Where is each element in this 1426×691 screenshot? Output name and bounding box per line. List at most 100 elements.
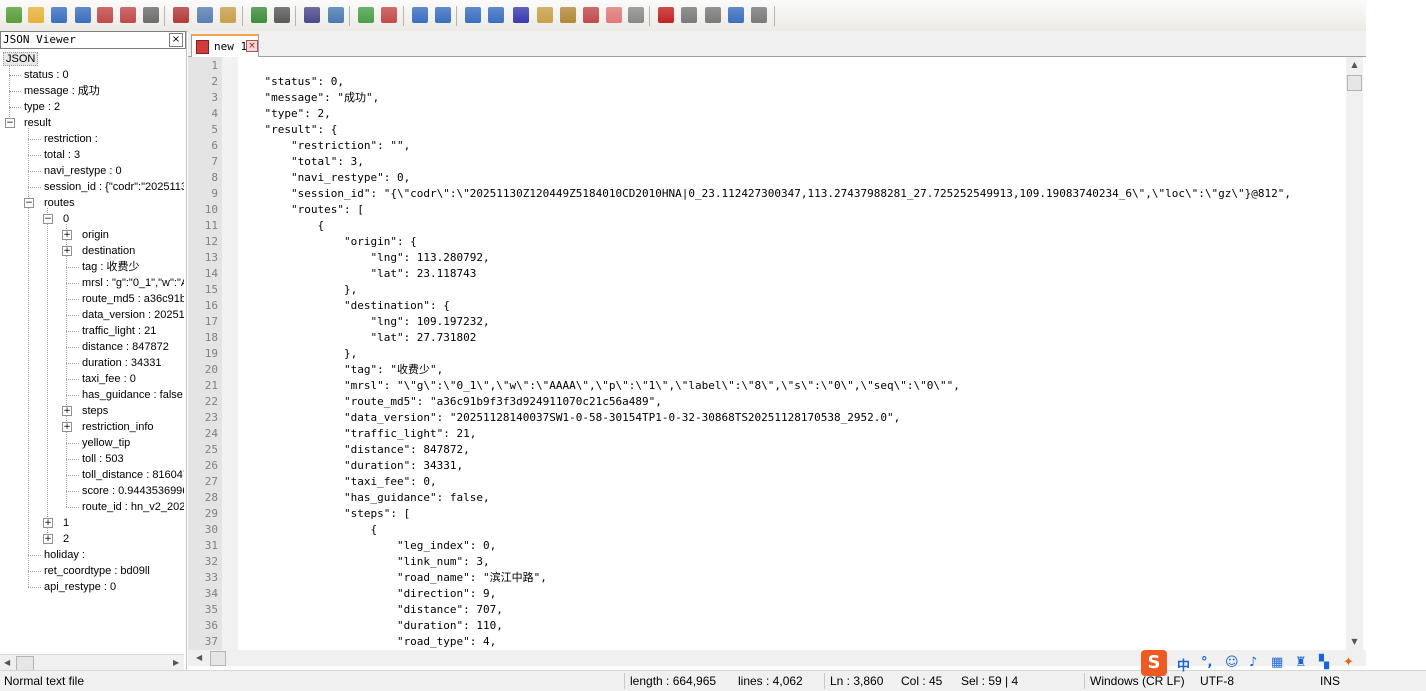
mascot-icon[interactable]: ✦ [1343,655,1354,670]
undo-icon[interactable] [251,7,267,23]
code-line[interactable]: }, [238,282,357,298]
code-line[interactable]: "direction": 9, [238,586,496,602]
tree-node[interactable]: distance : 847872 [80,339,171,355]
scroll-left-icon[interactable]: ◀ [4,658,10,667]
expand-icon[interactable]: + [43,534,53,544]
paste-icon[interactable] [220,7,236,23]
tree-node[interactable]: origin [80,227,111,243]
tree-node[interactable]: type : 2 [22,99,62,115]
tree-node[interactable]: taxi_fee : 0 [80,371,138,387]
code-line[interactable]: "leg_index": 0, [238,538,496,554]
code-line[interactable]: "lng": 113.280792, [238,250,489,266]
tree-node[interactable]: JSON [3,51,39,67]
code-line[interactable]: "road_name": "滨江中路", [238,570,547,586]
code-line[interactable]: "tag": "收费少", [238,362,443,378]
tree-node[interactable]: toll_distance : 816047 [80,467,184,483]
code-line[interactable]: "lat": 27.731802 [238,330,476,346]
tree-node[interactable]: tag : 收费少 [80,259,141,275]
indent-guide-icon[interactable] [513,7,529,23]
stop-macro-icon[interactable] [681,7,697,23]
tree-node[interactable]: ret_coordtype : bd09ll [42,563,152,579]
tree-node[interactable]: yellow_tip [80,435,132,451]
code-line[interactable]: "status": 0, [238,74,343,90]
code-line[interactable]: "link_num": 3, [238,554,490,570]
save-all-icon[interactable] [75,7,91,23]
code-line[interactable]: "steps": [ [238,506,410,522]
code-line[interactable]: "navi_restype": 0, [238,170,410,186]
doc-map-icon[interactable] [560,7,576,23]
editor-vertical-scrollbar[interactable]: ▲ ▼ [1346,57,1363,650]
sync-vertical-icon[interactable] [412,7,428,23]
tree-node[interactable]: status : 0 [22,67,71,83]
expand-icon[interactable]: + [62,246,72,256]
expand-icon[interactable]: + [43,518,53,528]
copy-icon[interactable] [197,7,213,23]
tree-node[interactable]: navi_restype : 0 [42,163,124,179]
tree-node[interactable]: session_id : {"codr":"20251130Z120449 [42,179,184,195]
code-line[interactable]: "traffic_light": 21, [238,426,476,442]
play-macro-icon[interactable] [705,7,721,23]
word-wrap-icon[interactable] [465,7,481,23]
code-line[interactable]: "road_type": 4, [238,634,496,650]
emoji-icon[interactable]: ☺ [1225,655,1239,670]
scroll-left-icon[interactable]: ◀ [196,653,202,662]
tree-node[interactable]: api_restype : 0 [42,579,118,595]
folder-workspace-icon[interactable] [606,7,622,23]
code-line[interactable]: "duration": 110, [238,618,503,634]
code-line[interactable]: "distance": 707, [238,602,503,618]
new-file-icon[interactable] [6,7,22,23]
code-line[interactable]: "taxi_fee": 0, [238,474,437,490]
keyboard-icon[interactable]: ▦ [1271,655,1283,670]
tree-node[interactable]: result [22,115,53,131]
code-line[interactable]: "duration": 34331, [238,458,463,474]
tree-node[interactable]: 2 [61,531,71,547]
tree-node[interactable]: 1 [61,515,71,531]
tree-node[interactable]: route_md5 : a36c91b9f3f3d9 [80,291,184,307]
code-line[interactable]: "total": 3, [238,154,364,170]
save-macro-icon[interactable] [751,7,767,23]
tree-node[interactable]: total : 3 [42,147,82,163]
code-line[interactable]: "result": { [238,122,337,138]
tab-new-1[interactable]: new 1 × [191,34,259,58]
punctuation-icon[interactable]: °, [1201,655,1212,670]
skin-icon[interactable]: ♜ [1295,655,1307,670]
sync-horizontal-icon[interactable] [435,7,451,23]
code-line[interactable]: "has_guidance": false, [238,490,490,506]
code-line[interactable]: "type": 2, [238,106,330,122]
tree-node[interactable]: has_guidance : false [80,387,184,403]
print-icon[interactable] [143,7,159,23]
code-line[interactable]: "lng": 109.197232, [238,314,489,330]
close-icon[interactable] [97,7,113,23]
code-line[interactable]: "origin": { [238,234,417,250]
collapse-icon[interactable]: − [24,198,34,208]
json-viewer-horizontal-scrollbar[interactable]: ◀ ▶ [0,654,184,671]
close-all-icon[interactable] [120,7,136,23]
code-line[interactable]: "data_version": "20251128140037SW1-0-58-… [238,410,900,426]
sogou-ime-logo[interactable]: S [1141,650,1167,676]
monitor-icon[interactable] [628,7,644,23]
code-line[interactable]: "restriction": "", [238,138,410,154]
scroll-up-icon[interactable]: ▲ [1346,57,1363,73]
run-macro-multiple-icon[interactable] [728,7,744,23]
tree-node[interactable]: restriction : [42,131,100,147]
code-line[interactable]: { [238,218,324,234]
replace-icon[interactable] [328,7,344,23]
text-editor[interactable]: 1 2 3 4 5 6 7 8 9 10 11 12 13 14 15 16 17 18 19 20 21 22 23 24 2… [188,57,1346,650]
tree-node[interactable]: restriction_info [80,419,156,435]
tree-node[interactable]: routes [42,195,77,211]
fold-margin[interactable] [222,57,238,650]
find-icon[interactable] [304,7,320,23]
scrollbar-thumb[interactable] [210,651,226,666]
scrollbar-thumb[interactable] [1347,75,1362,91]
code-line[interactable]: "destination": { [238,298,450,314]
show-all-chars-icon[interactable] [488,7,504,23]
code-line[interactable]: "session_id": "{\"codr\":\"20251130Z1204… [238,186,1291,202]
cut-icon[interactable] [173,7,189,23]
tree-node[interactable]: traffic_light : 21 [80,323,158,339]
scrollbar-thumb[interactable] [16,656,34,671]
toolbox-icon[interactable]: ▚ [1319,655,1329,670]
tree-node[interactable]: destination [80,243,137,259]
collapse-icon[interactable]: − [5,118,15,128]
tree-node[interactable]: mrsl : "g":"0_1","w":"AAAA" [80,275,184,291]
code-line[interactable]: "message": "成功", [238,90,379,106]
